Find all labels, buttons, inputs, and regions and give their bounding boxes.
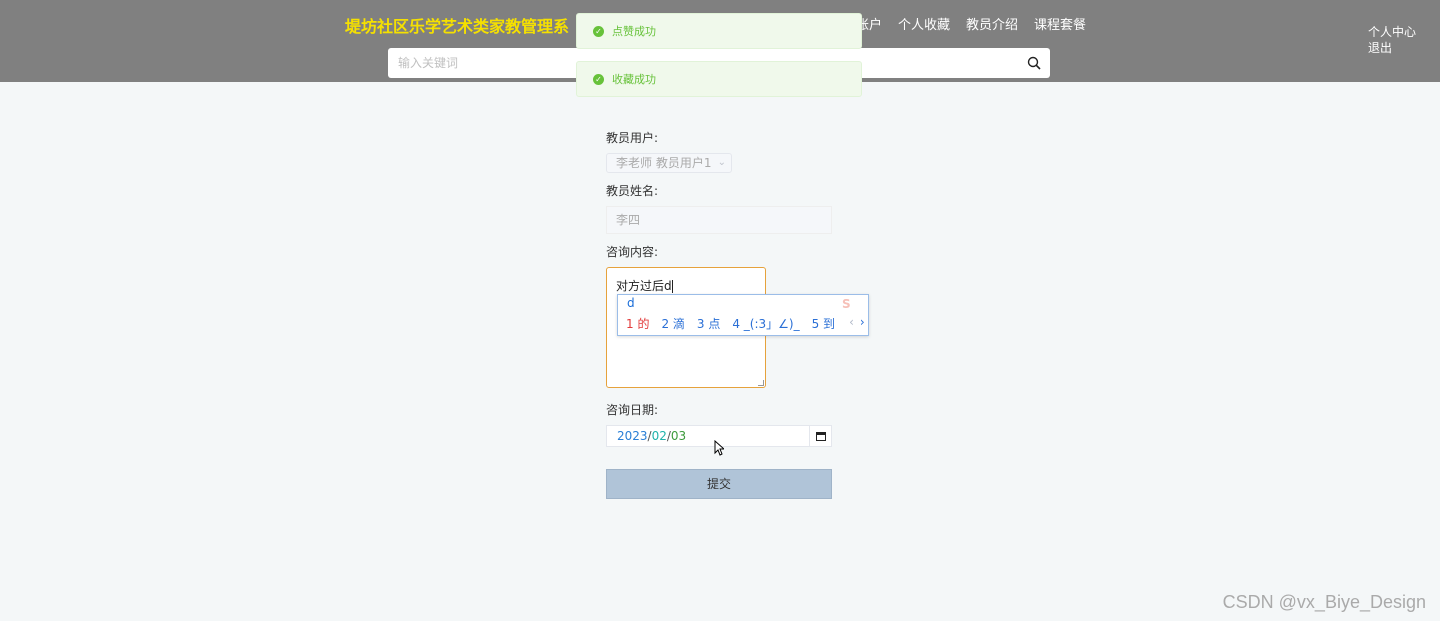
ime-next-page[interactable]: › (860, 315, 865, 329)
ime-composition: d (627, 296, 635, 310)
ime-prev-page[interactable]: ‹ (849, 315, 854, 329)
site-title: 堤坊社区乐学艺术类家教管理系 (345, 17, 570, 36)
date-year: 2023 (617, 429, 648, 443)
nav-item-favorites[interactable]: 个人收藏 (898, 14, 950, 33)
ime-candidate[interactable]: 4 _(:3」∠)_ (732, 315, 799, 332)
teacher-user-value: 李老师 教员用户1 (616, 156, 712, 170)
ime-candidate[interactable]: 1 的 (626, 315, 649, 332)
toast-message: 收藏成功 (612, 73, 656, 86)
calendar-button[interactable] (809, 426, 831, 446)
success-icon: ✓ (593, 73, 604, 85)
date-month: 02 (651, 429, 667, 443)
nav-item-teachers[interactable]: 教员介绍 (966, 14, 1018, 33)
submit-button[interactable]: 提交 (606, 469, 832, 499)
nav-item-course-packages[interactable]: 课程套餐 (1034, 14, 1086, 33)
ime-candidate-window: d 1 的 2 滴 3 点 4 _(:3」∠)_ 5 到 ‹ › S (617, 294, 869, 336)
toast-like-success: ✓ 点赞成功 (576, 13, 862, 49)
teacher-name-label: 教员姓名: (606, 184, 659, 198)
ime-candidate[interactable]: 2 滴 (661, 315, 684, 332)
logout-link[interactable]: 退出 (1368, 40, 1416, 56)
watermark: CSDN @vx_Biye_Design (1222, 592, 1426, 612)
main-nav: 账户 个人收藏 教员介绍 课程套餐 (856, 14, 1102, 33)
mouse-pointer-icon (714, 440, 724, 456)
date-day: 03 (670, 429, 687, 443)
success-icon: ✓ (593, 25, 604, 37)
teacher-name-field: 李四 (606, 206, 832, 234)
ime-pager: ‹ › (849, 315, 865, 332)
toast-message: 点赞成功 (612, 25, 656, 38)
calendar-icon (815, 431, 826, 441)
user-menu: 个人中心 退出 (1368, 24, 1416, 56)
date-label: 咨询日期: (606, 403, 659, 417)
teacher-user-select[interactable]: 李老师 教员用户1 ⌄ (606, 153, 732, 173)
ime-candidate[interactable]: 5 到 (812, 315, 835, 332)
ime-candidate[interactable]: 3 点 (697, 315, 720, 332)
content-label: 咨询内容: (606, 245, 659, 259)
user-center-link[interactable]: 个人中心 (1368, 24, 1416, 40)
chevron-down-icon: ⌄ (717, 157, 726, 168)
content-text: 对方过后d (616, 279, 672, 293)
toast-favorite-success: ✓ 收藏成功 (576, 61, 862, 97)
ime-candidate-list: 1 的 2 滴 3 点 4 _(:3」∠)_ 5 到 ‹ › (626, 315, 865, 332)
search-icon[interactable] (1027, 56, 1041, 70)
teacher-user-label: 教员用户: (606, 131, 659, 145)
resize-handle[interactable] (758, 380, 764, 386)
text-caret (671, 280, 673, 293)
ime-logo-icon: S (842, 297, 851, 311)
